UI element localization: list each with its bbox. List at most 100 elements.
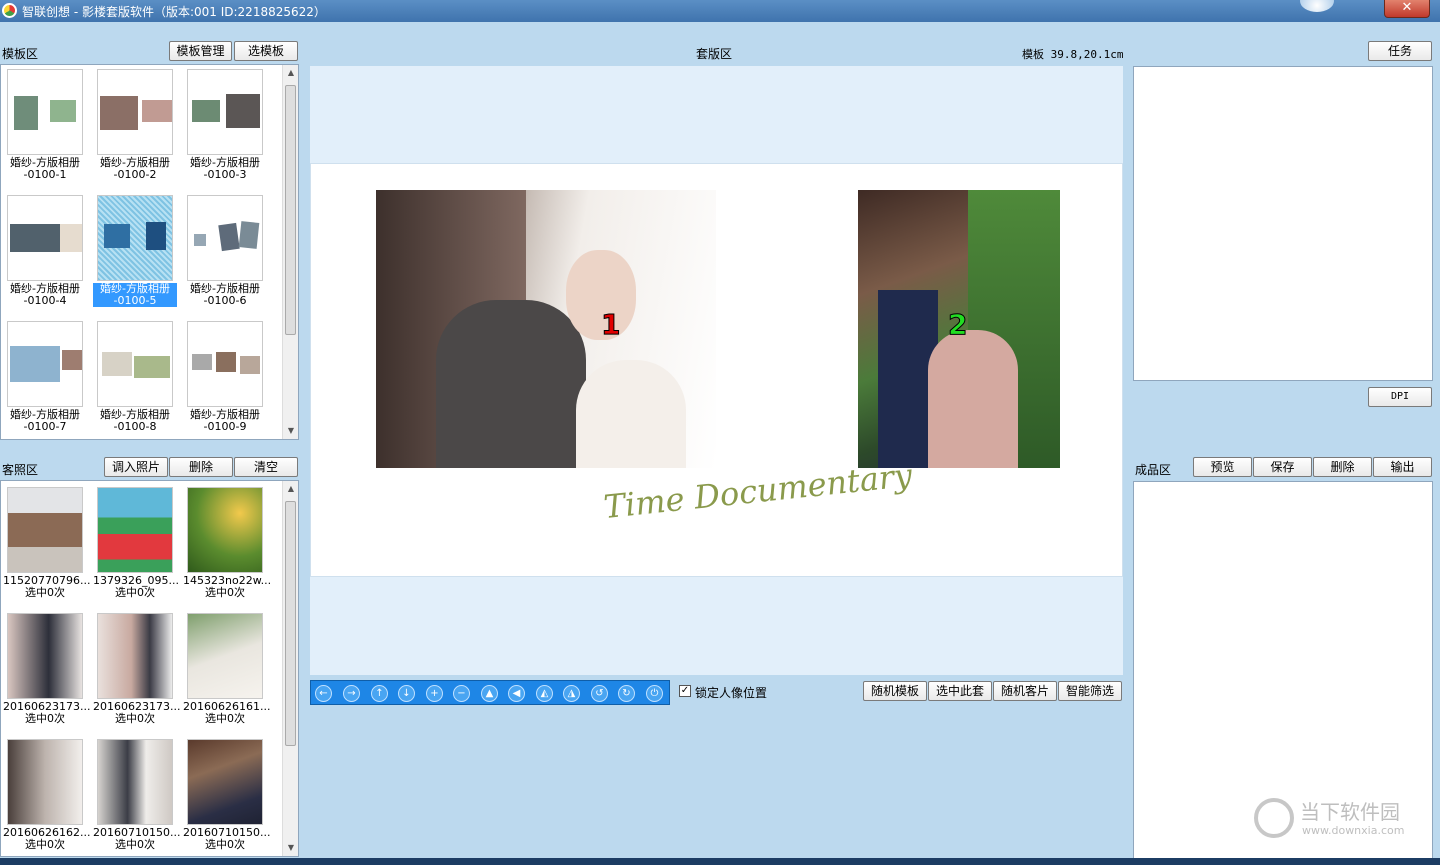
title-bar: 智联创想 - 影楼套版软件（版本:001 ID:2218825622） ✕ xyxy=(0,0,1440,22)
lock-position-checkbox[interactable]: ✓ xyxy=(679,685,691,697)
template-code: -0100-6 xyxy=(203,294,247,307)
template-code: -0100-4 xyxy=(23,294,67,307)
template-code: -0100-1 xyxy=(23,168,67,181)
client-photo-scrollbar[interactable]: ▲ ▼ xyxy=(282,481,298,856)
rotate-left-icon[interactable]: ↺ xyxy=(591,685,608,702)
template-scrollbar[interactable]: ▲ ▼ xyxy=(282,65,298,439)
slot-number-1: 1 xyxy=(600,308,621,342)
client-photo-thumbnail xyxy=(187,739,263,825)
template-thumbnail xyxy=(7,321,83,407)
slot-number-2: 2 xyxy=(947,308,968,342)
template-thumbnail xyxy=(187,195,263,281)
template-code: -0100-5 xyxy=(93,295,177,307)
client-photo-thumbnail xyxy=(7,487,83,573)
watermark-logo-icon xyxy=(1254,798,1294,838)
preview-button[interactable]: 预览 xyxy=(1193,457,1252,477)
mirror-vertical-icon[interactable]: ◮ xyxy=(563,685,580,702)
photo-status: 选中0次 xyxy=(25,586,65,599)
scroll-thumb[interactable] xyxy=(285,501,296,746)
up-arrow-icon[interactable]: ↑ xyxy=(371,685,388,702)
import-photos-button[interactable]: 调入照片 xyxy=(104,457,168,477)
power-icon[interactable]: ⏻ xyxy=(646,685,663,702)
client-photo-zone-label: 客照区 xyxy=(2,463,39,477)
album-spread[interactable]: 1 2 Time Documentary xyxy=(310,163,1123,577)
clear-photos-button[interactable]: 清空 xyxy=(234,457,298,477)
template-thumbnail xyxy=(7,195,83,281)
dpi-button[interactable]: DPI xyxy=(1368,387,1432,407)
left-arrow-icon[interactable]: ← xyxy=(315,685,332,702)
scroll-thumb[interactable] xyxy=(285,85,296,335)
mirror-horizontal-icon[interactable]: ◭ xyxy=(536,685,553,702)
output-button[interactable]: 输出 xyxy=(1373,457,1432,477)
client-photo-grid: 11520770796... 选中0次 1379326_095... 选中0次 … xyxy=(0,480,299,857)
template-thumbnail xyxy=(97,69,173,155)
photo-status: 选中0次 xyxy=(25,838,65,851)
photo-status: 选中0次 xyxy=(205,712,245,725)
photo-slot-1[interactable] xyxy=(376,190,716,468)
watermark: 当下软件园 www.downxia.com xyxy=(1250,794,1430,844)
client-photo-thumbnail xyxy=(7,613,83,699)
scroll-down-icon[interactable]: ▼ xyxy=(283,423,299,439)
photo-status: 选中0次 xyxy=(205,586,245,599)
template-thumbnail xyxy=(7,69,83,155)
template-code: -0100-8 xyxy=(113,420,157,433)
client-photo-thumbnail xyxy=(187,487,263,573)
client-photo-thumbnail xyxy=(7,739,83,825)
flip-left-icon[interactable]: ◀ xyxy=(508,685,525,702)
photo-status: 选中0次 xyxy=(115,586,155,599)
scroll-up-icon[interactable]: ▲ xyxy=(283,65,299,81)
task-panel[interactable] xyxy=(1133,66,1433,381)
window-orb-icon xyxy=(1300,0,1334,12)
smart-filter-button[interactable]: 智能筛选 xyxy=(1058,681,1122,701)
lock-position-label: 锁定人像位置 xyxy=(695,686,768,700)
client-photo-thumbnail xyxy=(97,487,173,573)
watermark-brand: 当下软件园 xyxy=(1300,800,1400,824)
template-code: -0100-9 xyxy=(203,420,247,433)
window-close-button[interactable]: ✕ xyxy=(1384,0,1430,18)
app-logo-icon xyxy=(2,3,17,18)
right-arrow-icon[interactable]: → xyxy=(343,685,360,702)
slot2-figure xyxy=(928,330,1018,468)
template-code: -0100-3 xyxy=(203,168,247,181)
down-arrow-icon[interactable]: ↓ xyxy=(398,685,415,702)
random-client-photo-button[interactable]: 随机客片 xyxy=(993,681,1057,701)
scroll-up-icon[interactable]: ▲ xyxy=(283,481,299,497)
template-manage-button[interactable]: 模板管理 xyxy=(169,41,232,61)
client-photo-thumbnail xyxy=(97,613,173,699)
client-photo-thumbnail xyxy=(97,739,173,825)
save-button[interactable]: 保存 xyxy=(1253,457,1312,477)
template-code: -0100-7 xyxy=(23,420,67,433)
zoom-out-icon[interactable]: − xyxy=(453,685,470,702)
template-size: 模板 39.8,20.1cm xyxy=(1022,48,1124,61)
photo-status: 选中0次 xyxy=(115,712,155,725)
template-code: -0100-2 xyxy=(113,168,157,181)
template-thumbnail xyxy=(97,321,173,407)
slot1-figure xyxy=(436,300,586,468)
scroll-down-icon[interactable]: ▼ xyxy=(283,840,299,856)
flip-up-icon[interactable]: ▲ xyxy=(481,685,498,702)
template-grid: 婚纱-方版相册 -0100-1 婚纱-方版相册 -0100-2 婚纱-方版相册 … xyxy=(0,64,299,440)
watermark-url: www.downxia.com xyxy=(1302,824,1405,837)
photo-status: 选中0次 xyxy=(25,712,65,725)
os-taskbar xyxy=(0,858,1440,865)
product-zone-label: 成品区 xyxy=(1135,463,1172,477)
delete-photo-button[interactable]: 删除 xyxy=(169,457,233,477)
photo-status: 选中0次 xyxy=(205,838,245,851)
delete-product-button[interactable]: 删除 xyxy=(1313,457,1372,477)
photo-status: 选中0次 xyxy=(115,838,155,851)
client-photo-thumbnail xyxy=(187,613,263,699)
select-this-set-button[interactable]: 选中此套 xyxy=(928,681,992,701)
task-button[interactable]: 任务 xyxy=(1368,41,1432,61)
slot1-figure xyxy=(576,360,686,468)
window-title: 智联创想 - 影楼套版软件（版本:001 ID:2218825622） xyxy=(22,5,326,19)
rotate-right-icon[interactable]: ↻ xyxy=(618,685,635,702)
edit-toolbar: ← → ↑ ↓ + − ▲ ◀ ◭ ◮ ↺ ↻ ⏻ xyxy=(310,680,670,705)
template-thumbnail xyxy=(187,69,263,155)
template-thumbnail xyxy=(97,195,173,281)
template-zone-label: 模板区 xyxy=(2,47,39,61)
select-template-button[interactable]: 选模板 xyxy=(234,41,298,61)
zoom-in-icon[interactable]: + xyxy=(426,685,443,702)
random-template-button[interactable]: 随机模板 xyxy=(863,681,927,701)
template-thumbnail xyxy=(187,321,263,407)
layout-zone-label: 套版区 xyxy=(696,47,733,61)
